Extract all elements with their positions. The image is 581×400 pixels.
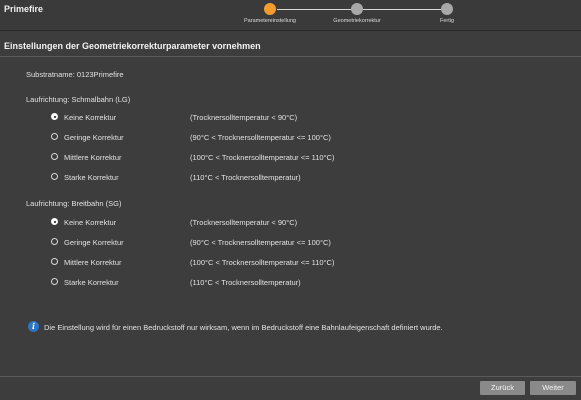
radio-sg-mittlere[interactable] (51, 258, 58, 265)
page-title: Einstellungen der Geometriekorrekturpara… (4, 41, 261, 51)
substrate-name: Substratname: 0123Primefire (26, 70, 124, 79)
step-indicator-fertig (441, 3, 453, 15)
option-label[interactable]: Geringe Korrektur (64, 238, 124, 247)
next-button[interactable]: Weiter (530, 381, 576, 395)
radio-sg-starke[interactable] (51, 278, 58, 285)
stepper-connector (363, 9, 441, 10)
option-label[interactable]: Geringe Korrektur (64, 133, 124, 142)
option-label[interactable]: Starke Korrektur (64, 173, 119, 182)
info-text: Die Einstellung wird für einen Bedruckst… (44, 323, 443, 332)
option-description: (90°C < Trocknersolltemperatur <= 100°C) (190, 238, 331, 247)
option-description: (110°C < Trocknersolltemperatur) (190, 173, 301, 182)
group-heading-sg: Laufrichtung: Breitbahn (SG) (26, 199, 122, 208)
step-indicator-geometriekorrektur (351, 3, 363, 15)
back-button[interactable]: Zurück (480, 381, 525, 395)
option-description: (Trocknersolltemperatur < 90°C) (190, 218, 298, 227)
option-label[interactable]: Keine Korrektur (64, 218, 116, 227)
option-description: (110°C < Trocknersolltemperatur) (190, 278, 301, 287)
step-indicator-parametereinstellung (264, 3, 276, 15)
radio-lg-keine[interactable] (51, 113, 58, 120)
radio-sg-geringe[interactable] (51, 238, 58, 245)
step-label-geometriekorrektur: Geometriekorrektur (333, 18, 381, 24)
header-bar: Primefire Parametereinstellung Geometrie… (0, 0, 581, 31)
radio-sg-keine[interactable] (51, 218, 58, 225)
option-label[interactable]: Mittlere Korrektur (64, 258, 122, 267)
group-heading-lg: Laufrichtung: Schmalbahn (LG) (26, 95, 131, 104)
radio-lg-starke[interactable] (51, 173, 58, 180)
radio-lg-mittlere[interactable] (51, 153, 58, 160)
step-label-parametereinstellung: Parametereinstellung (244, 18, 296, 24)
option-description: (90°C < Trocknersolltemperatur <= 100°C) (190, 133, 331, 142)
option-description: (100°C < Trocknersolltemperatur <= 110°C… (190, 153, 335, 162)
step-label-fertig: Fertig (439, 18, 455, 24)
divider (0, 56, 581, 57)
option-description: (Trocknersolltemperatur < 90°C) (190, 113, 298, 122)
radio-lg-geringe[interactable] (51, 133, 58, 140)
option-label[interactable]: Keine Korrektur (64, 113, 116, 122)
option-description: (100°C < Trocknersolltemperatur <= 110°C… (190, 258, 335, 267)
stepper-connector (277, 9, 352, 10)
option-label[interactable]: Starke Korrektur (64, 278, 119, 287)
progress-stepper: Parametereinstellung Geometriekorrektur … (0, 0, 581, 30)
divider (0, 376, 581, 377)
option-label[interactable]: Mittlere Korrektur (64, 153, 122, 162)
info-icon: i (28, 321, 39, 332)
